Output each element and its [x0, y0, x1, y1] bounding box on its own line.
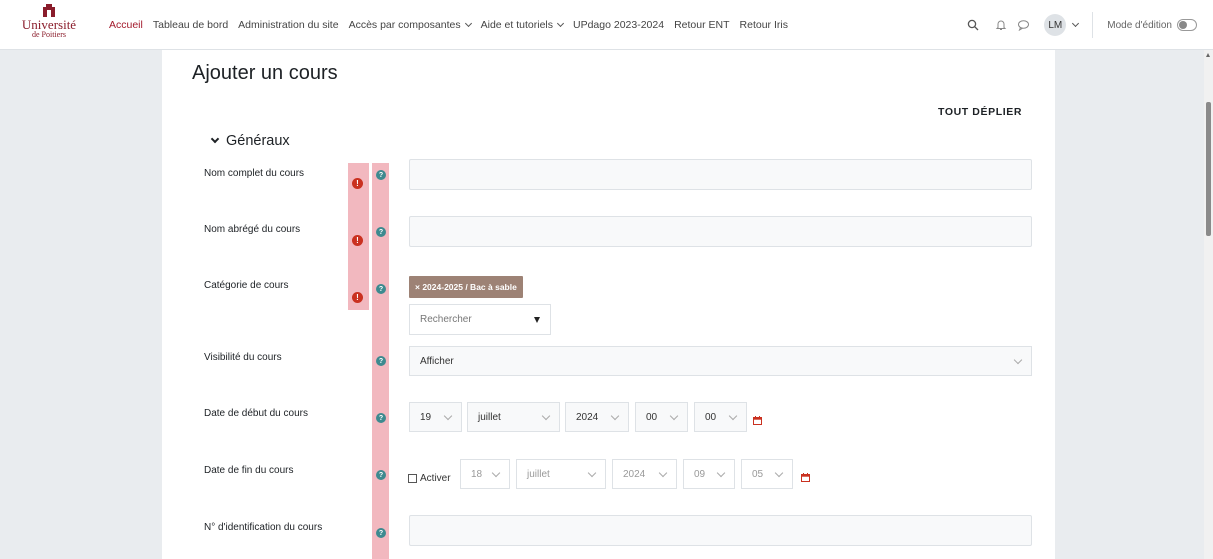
edit-mode-toggle[interactable]	[1177, 19, 1197, 31]
calendar-icon[interactable]	[801, 473, 810, 482]
required-icon: !	[352, 235, 363, 246]
start-hour-select[interactable]: 00	[635, 402, 688, 432]
chevron-down-icon	[491, 468, 501, 478]
nav-item-accueil[interactable]: Accueil	[104, 19, 148, 31]
help-icon[interactable]: ?	[376, 170, 386, 180]
help-icon[interactable]: ?	[376, 227, 386, 237]
nav-item-administration[interactable]: Administration du site	[233, 19, 343, 31]
start-date-label: Date de début du cours	[204, 408, 308, 419]
end-day-select[interactable]: 18	[460, 459, 510, 489]
fullname-input[interactable]	[409, 159, 1032, 190]
select-value: 09	[694, 468, 706, 480]
user-navigation: LM Mode d'édition	[962, 0, 1213, 50]
edit-mode-label: Mode d'édition	[1107, 19, 1172, 31]
calendar-icon[interactable]	[753, 416, 762, 425]
nav-item-aide-tutoriels[interactable]: Aide et tutoriels	[476, 19, 568, 31]
help-icon[interactable]: ?	[376, 470, 386, 480]
nav-item-label: Accès par composantes	[348, 19, 461, 31]
checkbox-box	[408, 474, 417, 483]
visibility-value: Afficher	[420, 355, 454, 367]
caret-down-icon	[534, 317, 540, 323]
help-icon[interactable]: ?	[376, 528, 386, 538]
shortname-input[interactable]	[409, 216, 1032, 247]
help-icon[interactable]: ?	[376, 413, 386, 423]
select-value: 2024	[623, 468, 646, 480]
main-content-card: Ajouter un cours TOUT DÉPLIER Généraux N…	[162, 50, 1055, 559]
end-date-label: Date de fin du cours	[204, 465, 294, 476]
nav-item-tableau-de-bord[interactable]: Tableau de bord	[148, 19, 233, 31]
chevron-down-icon	[464, 19, 472, 28]
chevron-down-icon	[716, 468, 726, 478]
category-selected-badge[interactable]: × 2024-2025 / Bac à sable	[409, 276, 523, 298]
chevron-down-icon	[210, 134, 220, 144]
category-search-dropdown[interactable]: Rechercher	[409, 304, 551, 335]
visibility-select[interactable]: Afficher	[409, 346, 1032, 376]
chevron-down-icon	[556, 19, 565, 28]
category-search-placeholder: Rechercher	[420, 314, 472, 325]
user-menu-chevron-down-icon[interactable]	[1072, 19, 1080, 28]
shortname-label: Nom abrégé du cours	[204, 224, 301, 235]
nav-item-acces-composantes[interactable]: Accès par composantes	[344, 19, 476, 31]
notification-bell-icon[interactable]	[990, 14, 1012, 36]
idnumber-label: N° d'identification du cours	[204, 522, 323, 533]
search-icon[interactable]	[962, 14, 984, 36]
top-navbar: Université de Poitiers Accueil Tableau d…	[0, 0, 1213, 50]
page-scrollbar[interactable]	[1204, 50, 1213, 559]
category-label: Catégorie de cours	[204, 280, 289, 291]
toggle-knob	[1179, 21, 1187, 29]
checkbox-label: Activer	[420, 473, 451, 484]
nav-item-updago[interactable]: UPdago 2023-2024	[568, 19, 669, 31]
nav-item-retour-ent[interactable]: Retour ENT	[669, 19, 734, 31]
select-value: juillet	[478, 411, 501, 423]
user-avatar[interactable]: LM	[1044, 14, 1067, 36]
select-value: 00	[705, 411, 717, 423]
scroll-up-arrow-icon[interactable]	[1206, 53, 1210, 57]
section-title: Généraux	[226, 133, 290, 149]
nav-item-label: Aide et tutoriels	[480, 19, 553, 31]
visibility-label: Visibilité du cours	[204, 352, 282, 363]
section-general-toggle[interactable]: Généraux	[210, 133, 290, 149]
help-icon[interactable]: ?	[376, 284, 386, 294]
select-value: juillet	[527, 468, 550, 480]
chevron-down-icon	[658, 468, 668, 478]
select-value: 19	[420, 411, 432, 423]
required-icon: !	[352, 178, 363, 189]
start-month-select[interactable]: juillet	[467, 402, 560, 432]
start-day-select[interactable]: 19	[409, 402, 462, 432]
end-minute-select[interactable]: 05	[741, 459, 793, 489]
chevron-down-icon	[1013, 355, 1023, 365]
required-icon: !	[352, 292, 363, 303]
chevron-down-icon	[610, 411, 620, 421]
chevron-down-icon	[728, 411, 738, 421]
select-value: 00	[646, 411, 658, 423]
page-title: Ajouter un cours	[192, 62, 338, 84]
nav-item-retour-iris[interactable]: Retour Iris	[735, 19, 793, 31]
help-icon[interactable]: ?	[376, 356, 386, 366]
end-hour-select[interactable]: 09	[683, 459, 735, 489]
messages-bubble-icon[interactable]	[1012, 14, 1034, 36]
expand-all-link[interactable]: TOUT DÉPLIER	[938, 106, 1022, 118]
end-year-select[interactable]: 2024	[612, 459, 677, 489]
select-value: 2024	[576, 411, 599, 423]
scrollbar-thumb[interactable]	[1206, 102, 1211, 236]
navbar-divider	[1092, 12, 1094, 38]
logo-subtext: de Poitiers	[32, 30, 66, 39]
chevron-down-icon	[669, 411, 679, 421]
fullname-label: Nom complet du cours	[204, 168, 305, 179]
chevron-down-icon	[587, 468, 597, 478]
chevron-down-icon	[541, 411, 551, 421]
idnumber-input[interactable]	[409, 515, 1032, 546]
end-date-enable-checkbox[interactable]: Activer	[408, 473, 451, 484]
start-minute-select[interactable]: 00	[694, 402, 747, 432]
site-logo[interactable]: Université de Poitiers	[16, 4, 82, 46]
start-year-select[interactable]: 2024	[565, 402, 629, 432]
chevron-down-icon	[774, 468, 784, 478]
select-value: 05	[752, 468, 764, 480]
chevron-down-icon	[443, 411, 453, 421]
end-month-select[interactable]: juillet	[516, 459, 606, 489]
primary-navigation: Accueil Tableau de bord Administration d…	[104, 0, 793, 50]
university-seal-icon	[43, 4, 55, 17]
select-value: 18	[471, 468, 483, 480]
